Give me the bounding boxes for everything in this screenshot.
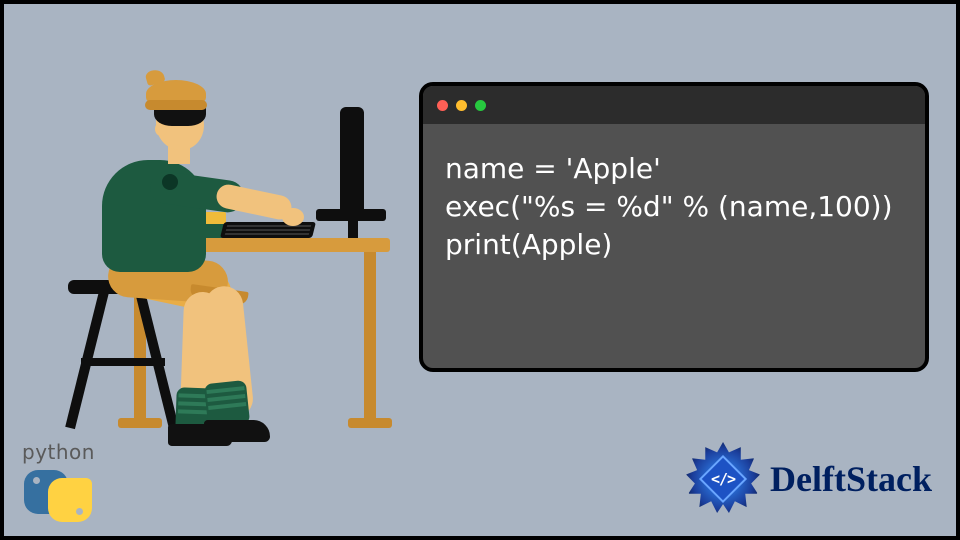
person-at-computer-illustration	[64, 62, 424, 492]
person-hand	[282, 208, 304, 226]
window-title-bar	[423, 86, 925, 124]
delftstack-logo-icon: </>	[684, 440, 762, 518]
logo-code-glyph: </>	[711, 470, 735, 488]
desk-leg	[364, 252, 376, 422]
code-line: name = 'Apple'	[445, 152, 661, 185]
minimize-icon[interactable]	[456, 100, 467, 111]
keyboard-icon	[220, 222, 316, 238]
desk-foot	[118, 418, 162, 428]
delftstack-label: DelftStack	[770, 458, 932, 500]
canvas-frame: name = 'Apple' exec("%s = %d" % (name,10…	[0, 0, 960, 540]
code-window: name = 'Apple' exec("%s = %d" % (name,10…	[419, 82, 929, 372]
python-badge: python	[22, 440, 95, 526]
stool-rung	[81, 358, 165, 366]
person-shoe	[204, 420, 270, 442]
close-icon[interactable]	[437, 100, 448, 111]
python-logo-icon	[22, 466, 94, 526]
hat-band	[145, 100, 207, 110]
code-line: print(Apple)	[445, 228, 612, 261]
code-line: exec("%s = %d" % (name,100))	[445, 190, 893, 223]
desk-foot	[348, 418, 392, 428]
monitor-stand	[348, 212, 358, 240]
python-label: python	[22, 440, 95, 464]
code-content: name = 'Apple' exec("%s = %d" % (name,10…	[423, 124, 925, 368]
monitor-icon	[340, 107, 364, 215]
delftstack-badge: </> DelftStack	[684, 440, 932, 518]
zoom-icon[interactable]	[475, 100, 486, 111]
shoulder-detail	[162, 174, 178, 190]
